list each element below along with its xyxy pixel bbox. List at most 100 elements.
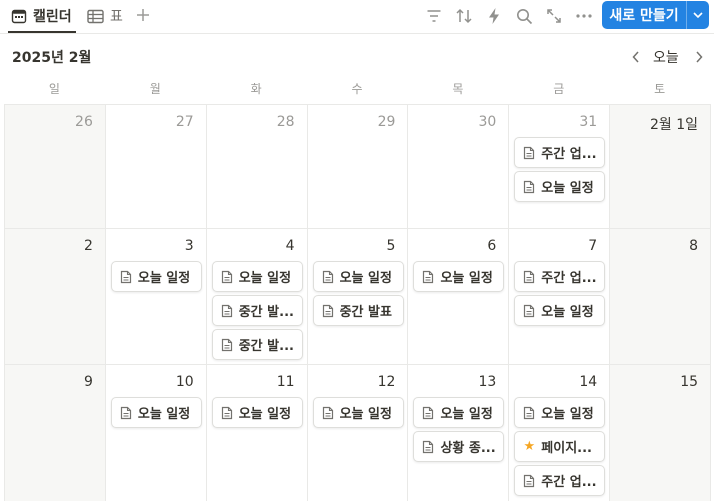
event-card[interactable]: 오늘 일정 — [110, 397, 202, 428]
page-icon — [321, 270, 335, 284]
event-card[interactable]: 주간 업... — [514, 261, 606, 292]
event-card[interactable]: 중간 발... — [211, 295, 303, 326]
calendar-day-cell[interactable]: 26 — [5, 105, 106, 229]
page-icon — [220, 338, 234, 352]
page-icon — [220, 304, 234, 318]
more-icon[interactable] — [574, 6, 594, 26]
calendar-day-cell[interactable]: 10 오늘 일정 — [106, 365, 207, 501]
day-number: 27 — [175, 114, 194, 130]
day-number: 26 — [75, 114, 93, 130]
event-title: 오늘 일정 — [238, 407, 292, 422]
day-number: 7 — [588, 238, 598, 254]
weekday-label: 목 — [452, 82, 464, 96]
event-card[interactable]: 중간 발표 — [312, 295, 404, 326]
event-card[interactable]: 상황 종... — [413, 431, 505, 462]
event-title: 오늘 일정 — [440, 271, 493, 286]
event-title: 오늘 일정 — [339, 271, 392, 286]
plus-icon[interactable] — [134, 5, 152, 25]
day-number: 31 — [579, 114, 598, 130]
chevron-left-icon[interactable] — [627, 48, 645, 66]
event-card[interactable]: 오늘 일정 — [211, 261, 303, 292]
new-button[interactable]: 새로 만들기 — [602, 1, 709, 29]
today-button[interactable]: 오늘 — [653, 47, 679, 67]
calendar-day-cell[interactable]: 5 오늘 일정중간 발표 — [307, 229, 409, 365]
chevron-right-icon[interactable] — [690, 48, 708, 66]
event-card[interactable]: 오늘 일정 — [312, 397, 404, 428]
page-icon — [321, 406, 335, 420]
event-title: 오늘 일정 — [137, 271, 191, 286]
event-card[interactable]: 오늘 일정 — [514, 171, 606, 202]
page-icon — [321, 304, 335, 318]
day-number: 5 — [386, 238, 396, 254]
page-icon — [119, 406, 133, 420]
day-number: 15 — [680, 374, 699, 390]
calendar-grid: 26 27 28 29 30 31 주간 업... 오늘 일정 2월 1일 2 3 오늘 일정 4 오늘 … — [4, 104, 712, 501]
expand-icon[interactable] — [544, 6, 564, 26]
event-title: 중간 발표 — [339, 305, 392, 320]
weekday-label: 수 — [351, 82, 363, 96]
calendar-day-cell[interactable]: 30 — [408, 105, 510, 229]
event-card[interactable]: 오늘 일정 — [413, 261, 505, 292]
tab-calendar[interactable]: 캘린더 — [11, 4, 72, 28]
calendar-day-cell[interactable]: 29 — [307, 105, 409, 229]
day-number: 13 — [478, 374, 497, 390]
event-card[interactable]: 오늘 일정 — [413, 397, 505, 428]
day-number: 29 — [377, 114, 396, 130]
calendar-day-cell[interactable]: 12 오늘 일정 — [308, 365, 409, 501]
calendar-day-cell[interactable]: 4 오늘 일정 중간 발... 중간 발... — [206, 229, 308, 365]
calendar-day-cell[interactable]: 28 — [206, 105, 308, 229]
weekday-label: 월 — [149, 82, 161, 96]
calendar-day-cell[interactable]: 6 오늘 일정 — [408, 229, 510, 365]
sort-icon[interactable] — [454, 6, 474, 26]
event-title: 주간 업... — [541, 147, 597, 162]
calendar-day-cell[interactable]: 14 오늘 일정 ★ 페이지... 주간 업... — [509, 365, 611, 501]
calendar-day-cell[interactable]: 27 — [105, 105, 207, 229]
day-number: 10 — [175, 374, 194, 390]
event-title: 오늘 일정 — [339, 407, 392, 422]
tab-table[interactable]: 표 — [87, 4, 123, 28]
page-icon — [522, 146, 536, 160]
event-title: 오늘 일정 — [238, 271, 292, 286]
lightning-icon[interactable] — [484, 6, 504, 26]
calendar-day-cell[interactable]: 9 — [5, 365, 106, 501]
day-number: 12 — [377, 374, 396, 390]
page-icon — [220, 270, 234, 284]
page-icon — [522, 180, 536, 194]
page-icon — [421, 270, 435, 284]
day-number: 28 — [276, 114, 295, 130]
day-number: 8 — [689, 238, 699, 254]
calendar-day-cell[interactable]: 2월 1일 — [610, 105, 712, 229]
event-title: 오늘 일정 — [541, 181, 594, 196]
calendar-day-cell[interactable]: 7 주간 업... 오늘 일정 — [509, 229, 611, 365]
calendar-day-cell[interactable]: 3 오늘 일정 — [105, 229, 207, 365]
event-card[interactable]: 오늘 일정 — [312, 261, 404, 292]
event-card[interactable]: 오늘 일정 — [110, 261, 202, 292]
search-icon[interactable] — [514, 6, 534, 26]
event-card[interactable]: 중간 발... — [211, 329, 303, 360]
day-number: 2월 1일 — [649, 117, 699, 133]
event-card[interactable]: 오늘 일정 — [211, 397, 303, 428]
calendar-day-cell[interactable]: 2 — [5, 229, 106, 365]
calendar-day-cell[interactable]: 31 주간 업... 오늘 일정 — [509, 105, 611, 229]
calendar-week-row: 9 10 오늘 일정 11 오늘 일정 12 오늘 일정 13 오늘 일정 상황 종... 14 오늘… — [5, 365, 712, 501]
calendar-day-cell[interactable]: 11 오늘 일정 — [207, 365, 308, 501]
event-title: 상황 종... — [440, 441, 496, 456]
calendar-day-cell[interactable]: 13 오늘 일정상황 종... — [408, 365, 510, 501]
event-title: 오늘 일정 — [440, 407, 493, 422]
view-toolbar: 캘린더 표 새로 만들기 — [0, 0, 714, 34]
calendar-day-cell[interactable]: 15 — [610, 365, 712, 501]
event-card[interactable]: 주간 업... — [514, 465, 606, 496]
event-card[interactable]: 오늘 일정 — [514, 397, 606, 428]
day-number: 14 — [579, 374, 598, 390]
weekday-label: 일 — [48, 82, 60, 96]
calendar-icon — [11, 8, 27, 24]
chevron-down-icon[interactable] — [687, 11, 709, 19]
page-icon — [119, 270, 133, 284]
calendar-day-cell[interactable]: 8 — [610, 229, 712, 365]
event-card[interactable]: ★ 페이지... — [514, 431, 606, 462]
event-card[interactable]: 오늘 일정 — [514, 295, 606, 326]
filter-icon[interactable] — [424, 6, 444, 26]
active-tab-indicator — [8, 31, 76, 33]
page-icon — [522, 474, 536, 488]
event-card[interactable]: 주간 업... — [514, 137, 606, 168]
